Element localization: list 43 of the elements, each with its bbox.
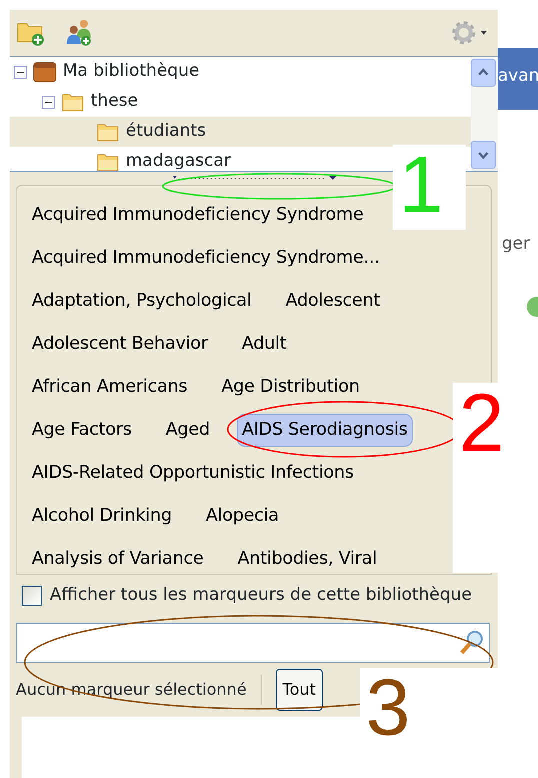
collection-label[interactable]: madagascar xyxy=(126,149,232,171)
tag[interactable]: Adult xyxy=(237,328,292,361)
scrollbar[interactable] xyxy=(471,57,498,171)
tag[interactable]: Adaptation, Psychological xyxy=(27,285,257,318)
tag[interactable]: Alopecia xyxy=(201,500,284,533)
checkbox[interactable] xyxy=(22,586,42,606)
tag[interactable]: Antibodies, Viral xyxy=(232,543,382,574)
collection-label[interactable]: Ma bibliothèque xyxy=(63,59,200,85)
tag[interactable]: Adolescent Behavior xyxy=(27,328,214,361)
tag[interactable]: African Americans xyxy=(27,371,193,404)
add-icon[interactable] xyxy=(526,296,538,318)
tag[interactable]: Analysis of Variance xyxy=(27,543,209,574)
select-all-button[interactable]: Tout xyxy=(276,668,324,710)
collection-row[interactable]: madagascar xyxy=(10,147,236,171)
column-header: avan xyxy=(498,48,538,110)
library-box-icon xyxy=(33,61,57,83)
tag[interactable]: Age Factors xyxy=(27,414,137,447)
annotation-number: 1 xyxy=(399,145,444,225)
annotation-number: 3 xyxy=(366,668,410,748)
search-icon[interactable] xyxy=(459,628,485,656)
tag[interactable]: Aged xyxy=(160,414,216,447)
tag[interactable]: Acquired Immunodeficiency Syndrome... xyxy=(27,242,385,275)
tag[interactable]: Adolescent xyxy=(280,285,386,318)
collection-row[interactable]: étudiants xyxy=(10,117,471,147)
tag[interactable]: Acquired Immunodeficiency Syndrome xyxy=(27,199,369,232)
checkbox-label[interactable]: Afficher tous les marqueurs de cette bibliothèque xyxy=(50,583,472,608)
collapse-icon[interactable] xyxy=(42,96,55,108)
scroll-up-icon[interactable] xyxy=(471,59,496,87)
tag[interactable]: Age Distribution xyxy=(216,371,365,404)
scroll-down-icon[interactable] xyxy=(471,141,496,169)
tag-filter-field[interactable] xyxy=(16,622,490,662)
annotation-number: 2 xyxy=(459,383,505,465)
tag[interactable]: AIDS Serodiagnosis xyxy=(237,414,413,447)
status-text: Aucun marqueur sélectionné xyxy=(16,678,247,700)
collection-label[interactable]: these xyxy=(91,89,138,115)
collection-row[interactable]: Ma bibliothèque xyxy=(10,57,204,87)
field-text: ger xyxy=(502,233,530,256)
tag[interactable]: AIDS-Related Opportunistic Infections xyxy=(27,457,359,490)
collapse-icon[interactable] xyxy=(14,66,27,78)
collection-row[interactable]: these xyxy=(10,87,142,117)
collection-label[interactable]: étudiants xyxy=(126,119,206,145)
new-group-icon[interactable] xyxy=(64,18,94,48)
tag[interactable]: Alcohol Drinking xyxy=(27,500,178,533)
